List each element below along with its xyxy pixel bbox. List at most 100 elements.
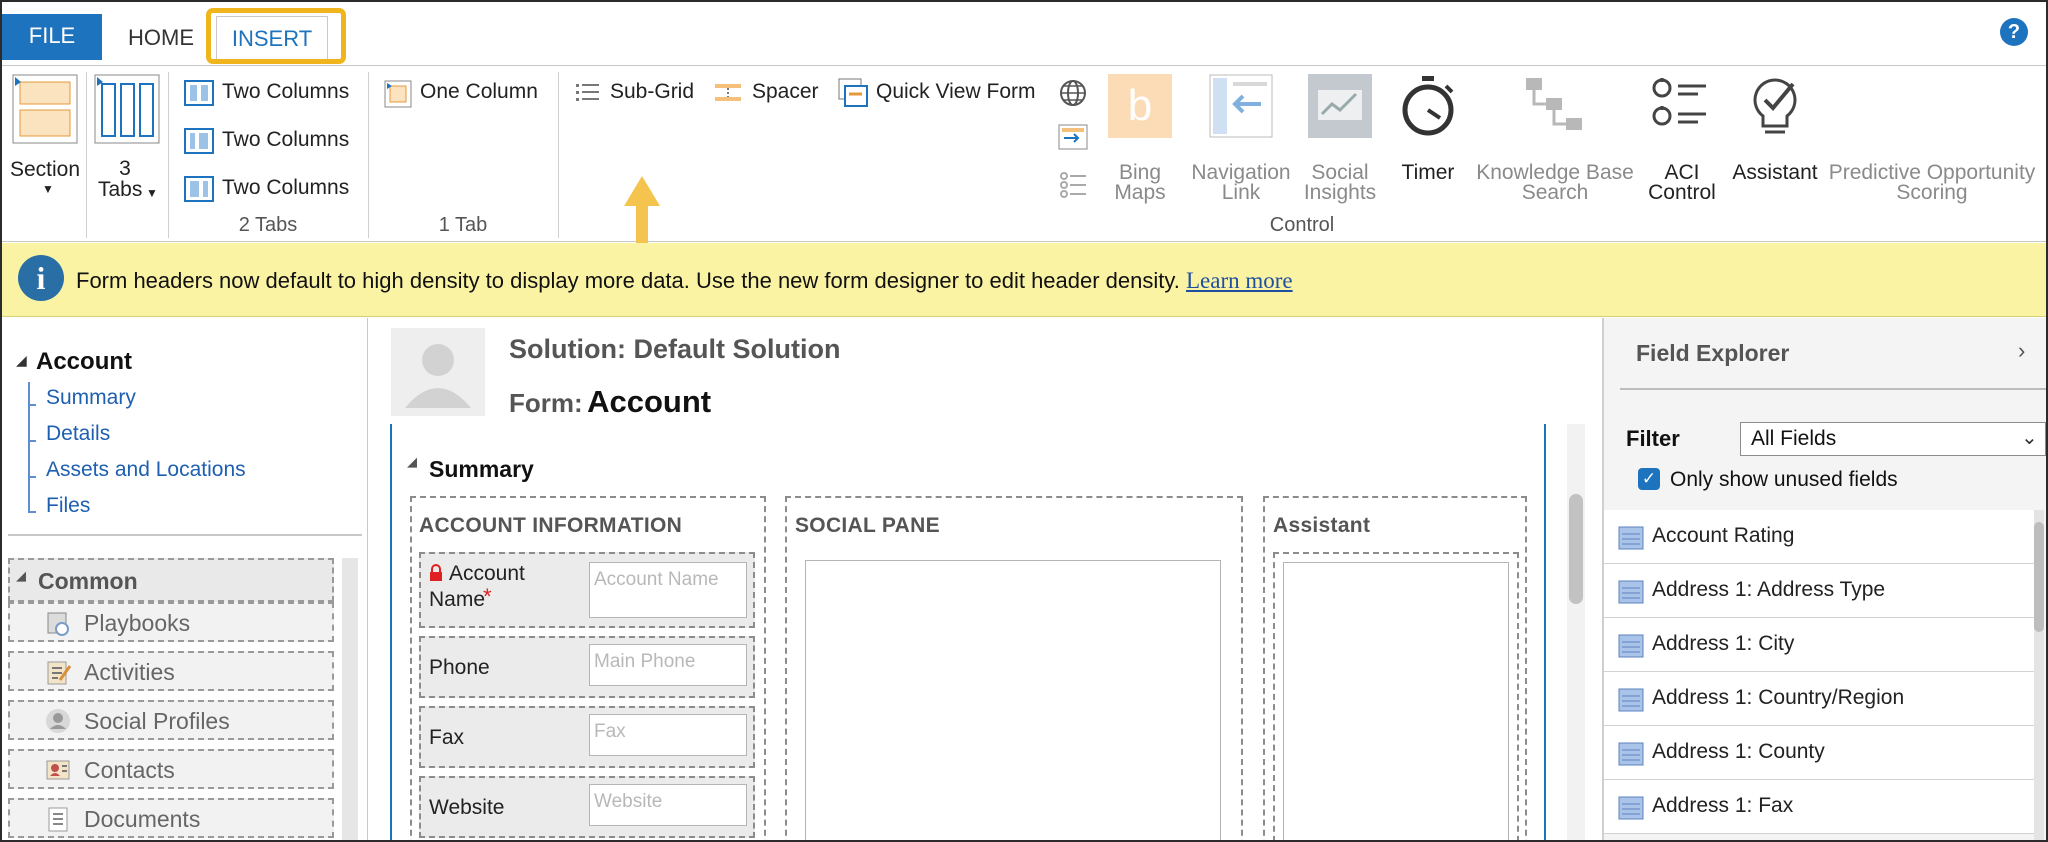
field-icon	[1618, 526, 1644, 550]
nav-common-section: ◢ Common	[8, 558, 334, 602]
nav-item-details[interactable]: Details	[46, 422, 110, 446]
tabs-label: Tabs	[98, 178, 143, 201]
filter-select[interactable]: All Fields ⌄	[1740, 422, 2046, 456]
aci-control-button[interactable]: ACI Control	[1642, 74, 1722, 204]
two-columns-label: Two Columns	[222, 80, 350, 103]
nav-item-label: Contacts	[84, 757, 175, 783]
field-icon	[1618, 742, 1644, 766]
bing-maps-button[interactable]: b Bing Maps	[1102, 74, 1178, 204]
fax-input[interactable]: Fax	[589, 714, 747, 756]
sub-grid-button[interactable]: Sub-Grid	[576, 78, 696, 108]
left-navigation: ◢ Account Summary Details Assets and Loc…	[2, 318, 368, 840]
iframe-icon[interactable]	[1058, 124, 1088, 150]
tab-file[interactable]: FILE	[2, 14, 102, 60]
nav-item-contacts[interactable]: Contacts	[8, 749, 334, 789]
nav-item-files[interactable]: Files	[46, 494, 90, 518]
field-phone[interactable]: Phone Main Phone	[419, 636, 755, 698]
field-list-scrollbar-thumb[interactable]	[2034, 522, 2044, 632]
nav-item-activities[interactable]: Activities	[8, 651, 334, 691]
collapse-triangle-icon[interactable]: ◢	[16, 568, 26, 584]
website-input[interactable]: Website	[589, 784, 747, 826]
account-name-input[interactable]: Account Name	[589, 562, 747, 618]
field-list-item[interactable]: Address 1: Country/Region	[1604, 672, 2034, 726]
help-icon[interactable]: ?	[2000, 18, 2028, 46]
globe-icon[interactable]	[1058, 78, 1088, 108]
field-website[interactable]: Website Website	[419, 776, 755, 838]
nav-item-social-profiles[interactable]: Social Profiles	[8, 700, 334, 740]
collapse-triangle-icon[interactable]: ◢	[407, 454, 417, 470]
predictive-opportunity-scoring-button[interactable]: Predictive Opportunity Scoring	[1824, 74, 2040, 204]
section-summary-title: Summary	[429, 456, 534, 482]
field-list-item[interactable]: Account Rating	[1604, 510, 2034, 564]
left-nav-scrollbar[interactable]	[342, 558, 358, 840]
learn-more-link[interactable]: Learn more	[1186, 268, 1293, 293]
field-list-item[interactable]: Address 1: Fax	[1604, 780, 2034, 834]
assistant-placeholder	[1283, 562, 1509, 840]
social-insights-button[interactable]: Social Insights	[1298, 74, 1382, 204]
group-label-2-tabs: 2 Tabs	[238, 214, 298, 236]
nav-item-assets-and-locations[interactable]: Assets and Locations	[46, 458, 246, 482]
field-explorer-title: Field Explorer	[1636, 340, 1790, 366]
phone-input[interactable]: Main Phone	[589, 644, 747, 686]
collapse-triangle-icon[interactable]: ◢	[16, 352, 27, 369]
assistant-header: Assistant	[1273, 514, 1371, 537]
field-list-item[interactable]: Address 1: County	[1604, 726, 2034, 780]
nav-tree-line	[28, 382, 30, 512]
nav-tree-tick	[28, 440, 36, 442]
form-name: Account	[587, 384, 712, 419]
only-unused-checkbox[interactable]: ✓	[1638, 468, 1660, 490]
ribbon: Section ▼ 3 Tabs ▼ Two Columns Two Colum…	[2, 65, 2046, 254]
timer-button[interactable]: Timer	[1392, 74, 1464, 204]
predictive-opportunity-scoring-label: Predictive Opportunity	[1828, 161, 2036, 184]
predictive-opportunity-scoring-label-line2: Scoring	[1896, 181, 1968, 204]
tabs-button[interactable]: 3 Tabs ▼	[92, 74, 164, 201]
chevron-right-icon[interactable]: ›	[2018, 338, 2025, 364]
two-columns-button-1[interactable]: Two Columns	[184, 78, 354, 108]
form-scrollbar[interactable]	[1567, 424, 1585, 840]
quick-view-form-label: Quick View Form	[876, 80, 1036, 103]
filter-label: Filter	[1626, 426, 1680, 451]
nav-item-playbooks[interactable]: Playbooks	[8, 602, 334, 642]
navigation-link-icon	[1209, 74, 1273, 138]
knowledge-base-search-button[interactable]: Knowledge Base Search	[1472, 74, 1638, 204]
nav-account-heading[interactable]: Account	[36, 348, 132, 376]
one-column-button[interactable]: One Column	[384, 78, 544, 108]
account-information-header: ACCOUNT INFORMATION	[419, 514, 683, 537]
ribbon-separator	[86, 72, 87, 238]
field-list-item-label: Account Rating	[1652, 524, 1795, 547]
quick-view-form-button[interactable]: Quick View Form	[838, 76, 1038, 108]
tab-home[interactable]: HOME	[114, 16, 208, 60]
form-scrollbar-thumb[interactable]	[1569, 494, 1583, 604]
bing-maps-icon: b	[1108, 74, 1172, 138]
list-control-icon[interactable]	[1058, 170, 1088, 200]
section-label: Section	[10, 158, 81, 181]
assistant-icon	[1743, 74, 1807, 138]
two-columns-button-3[interactable]: Two Columns	[184, 174, 354, 204]
nav-tree-tick	[28, 476, 36, 478]
section-button[interactable]: Section ▼	[10, 74, 82, 196]
social-insights-label-line2: Insights	[1303, 181, 1377, 204]
assistant-label: Assistant	[1732, 161, 1818, 184]
section-icon	[12, 74, 78, 144]
sub-grid-icon	[576, 82, 600, 104]
nav-item-label: Social Profiles	[84, 708, 230, 734]
field-fax[interactable]: Fax Fax	[419, 706, 755, 768]
field-explorer-divider	[1620, 388, 2046, 390]
field-list-item-label: Address 1: Address Type	[1652, 578, 1886, 601]
field-list-item[interactable]: Address 1: City	[1604, 618, 2034, 672]
two-columns-button-2[interactable]: Two Columns	[184, 126, 354, 156]
spacer-button[interactable]: Spacer	[714, 78, 824, 108]
chevron-down-icon: ▼	[146, 186, 158, 200]
quick-view-form-icon	[838, 78, 868, 108]
field-account-name[interactable]: Account Name * Account Name	[419, 552, 755, 628]
nav-item-summary[interactable]: Summary	[46, 386, 136, 410]
nav-item-documents[interactable]: Documents	[8, 798, 334, 838]
assistant-button[interactable]: Assistant	[1730, 74, 1820, 204]
navigation-link-button[interactable]: Navigation Link	[1186, 74, 1296, 204]
social-profiles-icon	[44, 707, 72, 735]
field-list: Account Rating Address 1: Address Type A…	[1604, 510, 2046, 840]
field-list-item[interactable]: Address 1: Address Type	[1604, 564, 2034, 618]
form-label: Form:	[509, 388, 583, 418]
filter-select-value: All Fields	[1751, 427, 1837, 450]
group-label-control: Control	[1269, 214, 1335, 236]
